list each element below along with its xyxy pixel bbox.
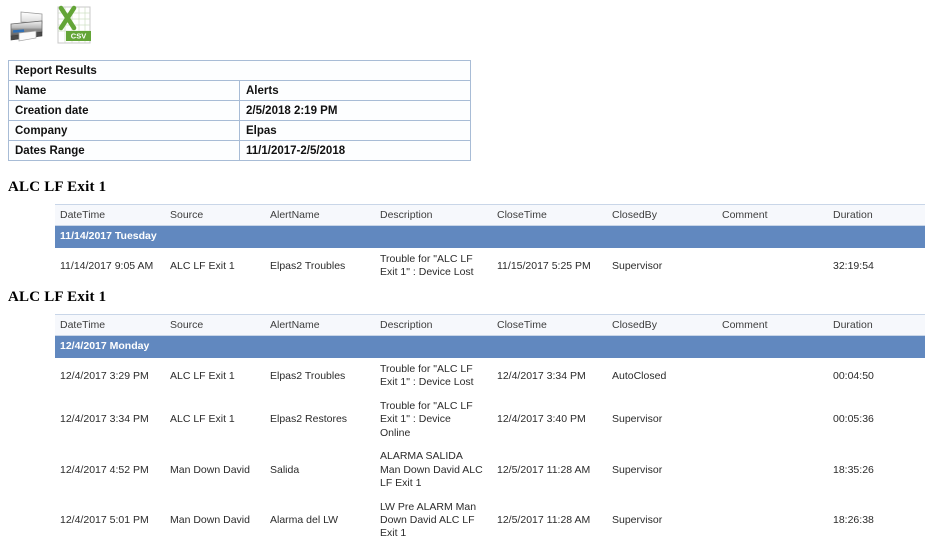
cell-comment xyxy=(717,358,828,395)
column-header-closedby[interactable]: ClosedBy xyxy=(607,314,717,336)
cell-closetime: 12/4/2017 3:40 PM xyxy=(497,413,586,426)
cell-closetime: 12/4/2017 3:34 PM xyxy=(497,369,586,382)
column-header-closetime[interactable]: CloseTime xyxy=(492,314,607,336)
report-results-title: Report Results xyxy=(8,60,471,81)
cell-closetime: 12/5/2017 11:28 AM xyxy=(497,463,591,476)
cell-alertname: Alarma del LW xyxy=(270,513,339,526)
cell-source: ALC LF Exit 1 xyxy=(170,369,235,382)
table-row: Creation date 2/5/2018 2:19 PM xyxy=(8,100,471,121)
day-group-label: 11/14/2017 Tuesday xyxy=(55,225,925,248)
print-icon[interactable] xyxy=(8,5,48,45)
column-header-source[interactable]: Source xyxy=(165,204,265,226)
table-row[interactable]: 12/4/2017 5:01 PM Man Down David Alarma … xyxy=(55,496,925,546)
cell-description: Trouble for "ALC LF Exit 1" : Device Onl… xyxy=(380,399,473,439)
cell-source: Man Down David xyxy=(170,513,250,526)
report-results-title-row: Report Results xyxy=(8,60,471,81)
column-header-alertname[interactable]: AlertName xyxy=(265,204,375,226)
cell-description: Trouble for "ALC LF Exit 1" : Device Los… xyxy=(380,253,474,279)
cell-duration: 18:26:38 xyxy=(833,513,874,526)
cell-closedby: Supervisor xyxy=(612,463,663,476)
cell-alertname: Elpas2 Troubles xyxy=(270,259,346,272)
cell-datetime: 11/14/2017 9:05 AM xyxy=(60,259,154,272)
cell-datetime: 12/4/2017 3:34 PM xyxy=(60,413,149,426)
day-group-row: 12/4/2017 Monday xyxy=(55,335,925,358)
cell-duration: 00:04:50 xyxy=(833,369,874,382)
day-group-label: 12/4/2017 Monday xyxy=(55,335,925,358)
section-title-2: ALC LF Exit 1 xyxy=(8,289,107,305)
report-field-value: Elpas xyxy=(239,120,471,141)
column-header-comment[interactable]: Comment xyxy=(717,204,828,226)
column-header-closetime[interactable]: CloseTime xyxy=(492,204,607,226)
cell-source: ALC LF Exit 1 xyxy=(170,413,235,426)
column-header-description[interactable]: Description xyxy=(375,204,492,226)
cell-description: ALARMA SALIDA Man Down David ALC LF Exit… xyxy=(380,450,483,490)
column-header-comment[interactable]: Comment xyxy=(717,314,828,336)
table-row[interactable]: 12/4/2017 4:52 PM Man Down David Salida … xyxy=(55,445,925,495)
alerts-table-1: DateTime Source AlertName Description Cl… xyxy=(55,204,925,285)
cell-source: Man Down David xyxy=(170,463,250,476)
export-csv-icon[interactable]: CSV xyxy=(54,4,94,46)
cell-closetime: 11/15/2017 5:25 PM xyxy=(497,259,591,272)
day-group-row: 11/14/2017 Tuesday xyxy=(55,225,925,248)
cell-closedby: Supervisor xyxy=(612,259,663,272)
cell-description: Trouble for "ALC LF Exit 1" : Device Los… xyxy=(380,363,474,389)
table-row: Dates Range 11/1/2017-2/5/2018 xyxy=(8,140,471,161)
cell-comment xyxy=(717,248,828,285)
cell-duration: 00:05:36 xyxy=(833,413,874,426)
cell-alertname: Elpas2 Troubles xyxy=(270,369,346,382)
report-field-value: Alerts xyxy=(239,80,471,101)
cell-closedby: AutoClosed xyxy=(612,369,667,382)
cell-datetime: 12/4/2017 5:01 PM xyxy=(60,513,149,526)
report-field-value: 2/5/2018 2:19 PM xyxy=(239,100,471,121)
cell-duration: 32:19:54 xyxy=(833,259,874,272)
column-header-duration[interactable]: Duration xyxy=(828,204,925,226)
cell-duration: 18:35:26 xyxy=(833,463,874,476)
report-field-label: Dates Range xyxy=(8,140,240,161)
report-field-label: Name xyxy=(8,80,240,101)
report-results-table: Report Results Name Alerts Creation date… xyxy=(8,60,471,161)
report-field-value: 11/1/2017-2/5/2018 xyxy=(239,140,471,161)
cell-datetime: 12/4/2017 4:52 PM xyxy=(60,463,149,476)
column-header-closedby[interactable]: ClosedBy xyxy=(607,204,717,226)
cell-comment xyxy=(717,395,828,445)
cell-comment xyxy=(717,496,828,546)
table-row: Name Alerts xyxy=(8,80,471,101)
cell-closedby: Supervisor xyxy=(612,413,663,426)
section-title-1: ALC LF Exit 1 xyxy=(8,179,107,195)
cell-datetime: 12/4/2017 3:29 PM xyxy=(60,369,149,382)
column-header-alertname[interactable]: AlertName xyxy=(265,314,375,336)
table-header-row: DateTime Source AlertName Description Cl… xyxy=(55,204,925,226)
cell-closetime: 12/5/2017 11:28 AM xyxy=(497,513,591,526)
table-row[interactable]: 12/4/2017 3:34 PM ALC LF Exit 1 Elpas2 R… xyxy=(55,395,925,445)
report-field-label: Creation date xyxy=(8,100,240,121)
report-field-label: Company xyxy=(8,120,240,141)
report-toolbar: CSV xyxy=(8,2,94,48)
cell-alertname: Salida xyxy=(270,463,300,476)
cell-description: LW Pre ALARM Man Down David ALC LF Exit … xyxy=(380,500,477,540)
cell-source: ALC LF Exit 1 xyxy=(170,259,235,272)
table-row[interactable]: 11/14/2017 9:05 AM ALC LF Exit 1 Elpas2 … xyxy=(55,248,925,285)
column-header-datetime[interactable]: DateTime xyxy=(55,314,165,336)
cell-alertname: Elpas2 Restores xyxy=(270,413,348,426)
column-header-duration[interactable]: Duration xyxy=(828,314,925,336)
table-row[interactable]: 12/4/2017 3:29 PM ALC LF Exit 1 Elpas2 T… xyxy=(55,358,925,395)
column-header-datetime[interactable]: DateTime xyxy=(55,204,165,226)
column-header-source[interactable]: Source xyxy=(165,314,265,336)
table-header-row: DateTime Source AlertName Description Cl… xyxy=(55,314,925,336)
table-row: Company Elpas xyxy=(8,120,471,141)
alerts-table-2: DateTime Source AlertName Description Cl… xyxy=(55,314,925,546)
csv-badge-label: CSV xyxy=(71,32,86,41)
column-header-description[interactable]: Description xyxy=(375,314,492,336)
cell-closedby: Supervisor xyxy=(612,513,663,526)
cell-comment xyxy=(717,445,828,495)
